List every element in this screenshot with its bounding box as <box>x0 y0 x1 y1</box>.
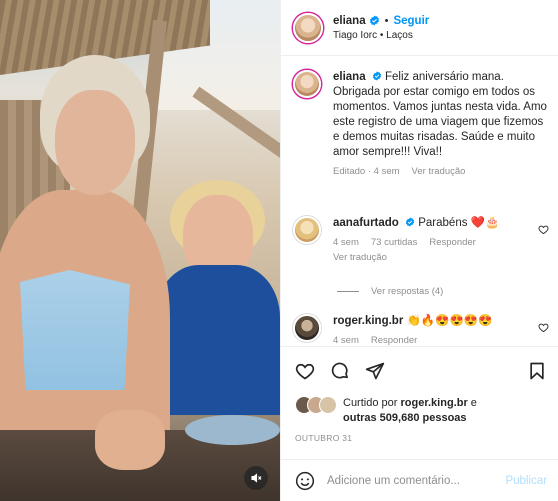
comment-time: 4 sem <box>333 335 359 346</box>
avatar[interactable] <box>293 12 323 43</box>
caption-text: eliana Feliz aniversário mana. Obrigada … <box>333 70 551 160</box>
small-heart-icon[interactable] <box>538 224 549 235</box>
comments-list[interactable]: eliana Feliz aniversário mana. Obrigada … <box>281 56 558 346</box>
person-face <box>55 90 135 195</box>
comment-username[interactable]: aanafurtado <box>333 217 399 229</box>
liked-by-connector: e <box>470 397 477 409</box>
liked-by-prefix: Curtido por <box>343 397 398 409</box>
view-replies-button[interactable]: Ver respostas (4) <box>337 286 443 297</box>
verified-icon <box>372 71 382 81</box>
liked-by-user[interactable]: roger.king.br <box>400 397 467 409</box>
caption-username[interactable]: eliana <box>333 71 366 83</box>
view-replies-label: Ver respostas (4) <box>371 286 444 297</box>
reply-button[interactable]: Responder <box>429 237 475 248</box>
see-translation-link[interactable]: Ver tradução <box>333 252 387 263</box>
plate <box>185 415 280 445</box>
reply-button[interactable]: Responder <box>371 335 417 346</box>
action-bar <box>281 346 558 398</box>
bikini-top <box>20 270 130 390</box>
follow-button[interactable]: Seguir <box>393 15 429 27</box>
comment-username[interactable]: roger.king.br <box>333 315 403 327</box>
caption-body: Feliz aniversário mana. Obrigada por est… <box>333 71 547 158</box>
verified-icon <box>369 15 380 26</box>
comment-input[interactable]: Adicione um comentário... <box>327 475 505 487</box>
post-date[interactable]: OUTUBRO 31 <box>295 433 352 443</box>
likes-summary: Curtido por roger.king.br e outras 509,6… <box>295 396 555 426</box>
edited-label: Editado · 4 sem <box>333 166 400 177</box>
header-username[interactable]: eliana <box>333 15 366 27</box>
publish-button[interactable]: Publicar <box>505 475 547 487</box>
liked-by-text: Curtido por roger.king.br e outras 509,6… <box>343 396 477 426</box>
comment-likes[interactable]: 73 curtidas <box>371 237 417 248</box>
avatar[interactable] <box>293 216 321 244</box>
post-side-panel: eliana • Seguir Tiago Iorc • Laços elian… <box>280 0 558 501</box>
heart-icon[interactable] <box>295 361 315 381</box>
divider-line <box>337 291 359 292</box>
comment-text: 👏🔥😍😍😍😍 <box>406 315 493 327</box>
emoji-icon[interactable] <box>295 471 315 491</box>
separator: • <box>384 14 389 27</box>
share-icon[interactable] <box>365 361 385 381</box>
avatar <box>319 396 337 414</box>
verified-icon <box>405 217 415 227</box>
avatar[interactable] <box>293 70 321 98</box>
save-icon[interactable] <box>527 361 547 381</box>
post-media[interactable] <box>0 0 280 501</box>
mute-icon <box>251 473 262 483</box>
song-label[interactable]: Tiago Iorc • Laços <box>333 30 429 41</box>
hand <box>95 410 165 470</box>
comment-icon[interactable] <box>330 361 350 381</box>
comment-item: aanafurtado Parabéns ❤️🎂 4 sem 73 curtid… <box>293 216 551 263</box>
person-body <box>155 265 280 415</box>
small-heart-icon[interactable] <box>538 322 549 333</box>
liked-by-others[interactable]: outras 509,680 pessoas <box>343 412 467 424</box>
avatar[interactable] <box>293 314 321 342</box>
comment-text: Parabéns ❤️🎂 <box>418 217 500 229</box>
mute-button[interactable] <box>244 466 268 490</box>
caption: eliana Feliz aniversário mana. Obrigada … <box>293 70 551 177</box>
comment-time: 4 sem <box>333 237 359 248</box>
comment-item: roger.king.br 👏🔥😍😍😍😍 4 sem Responder <box>293 314 551 346</box>
liker-avatars[interactable] <box>295 396 339 416</box>
see-translation-link[interactable]: Ver tradução <box>412 166 466 177</box>
post-header: eliana • Seguir Tiago Iorc • Laços <box>281 0 558 56</box>
add-comment-bar: Adicione um comentário... Publicar <box>281 459 558 501</box>
